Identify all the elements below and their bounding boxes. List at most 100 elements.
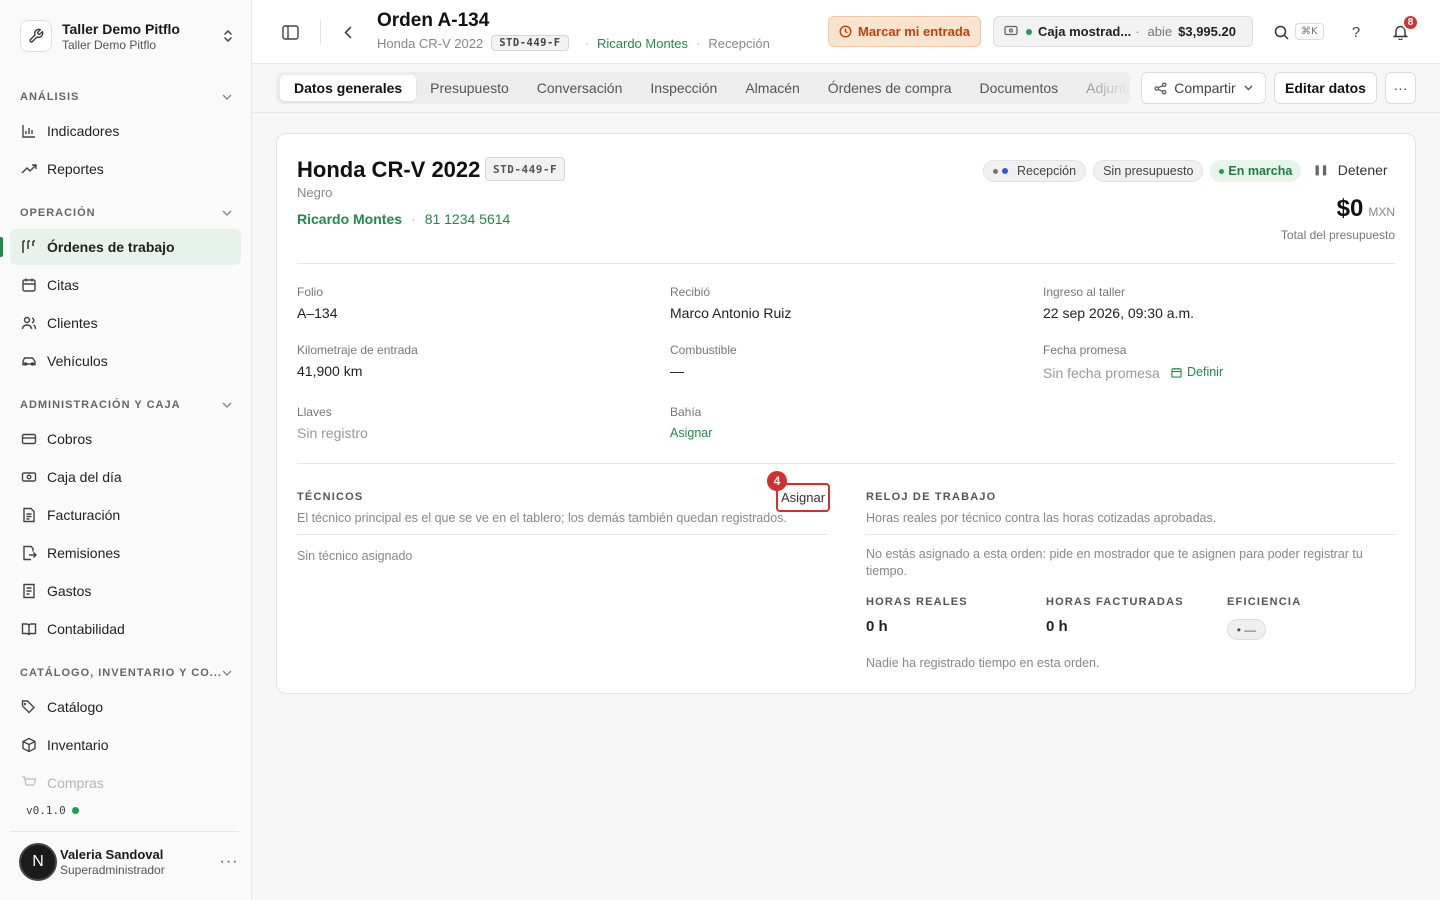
sidebar-item-vehiculos[interactable]: Vehículos [10,343,241,379]
sidebar-item-compras[interactable]: Compras [10,765,241,801]
budget-amount: $0 [1336,195,1364,222]
sidebar-item-reportes[interactable]: Reportes [10,151,241,187]
entry-value: 22 sep 2026, 09:30 a.m. [1043,305,1194,321]
chevron-down-icon [222,670,232,676]
cash-register-icon [1004,24,1018,39]
cash-status: abie [1147,24,1173,39]
tabs-overflow-fade [1090,72,1130,104]
promise-label: Fecha promesa [1043,343,1127,357]
real-hours-label: HORAS REALES [866,596,968,608]
sidebar-item-catalogo[interactable]: Catálogo [10,689,241,725]
vehicle-label: Honda CR-V 2022 [377,35,484,51]
section-catalogo-toggle[interactable]: CATÁLOGO, INVENTARIO Y CO... [20,665,232,681]
customer-link[interactable]: Ricardo Montes [597,36,688,51]
receipt-icon [20,583,37,600]
tab-conversacion[interactable]: Conversación [523,75,637,101]
sidebar-item-label: Citas [47,277,79,293]
running-badge: En marcha [1210,160,1302,182]
sidebar-item-indicadores[interactable]: Indicadores [10,113,241,149]
sidebar-item-contabilidad[interactable]: Contabilidad [10,611,241,647]
sidebar-item-gastos[interactable]: Gastos [10,573,241,609]
phone-link[interactable]: 81 1234 5614 [425,211,511,227]
share-button[interactable]: Compartir [1141,72,1266,104]
sidebar-item-caja[interactable]: Caja del día [10,459,241,495]
section-label: ANÁLISIS [20,91,80,103]
section-admin-toggle[interactable]: ADMINISTRACIÓN Y CAJA [20,397,232,413]
car-icon [20,353,37,370]
sidebar-item-ordenes[interactable]: Órdenes de trabajo [10,229,241,265]
calendar-icon [1171,367,1182,378]
bay-label: Bahía [670,405,702,419]
clock-notice: No estás asignado a esta orden: pide en … [866,547,1363,578]
km-label: Kilometraje de entrada [297,343,418,357]
tab-list: Datos generales Presupuesto Conversación… [276,72,1130,104]
sidebar-item-label: Contabilidad [47,621,125,637]
tab-presupuesto[interactable]: Presupuesto [416,75,523,101]
tab-datos-generales[interactable]: Datos generales [280,75,417,101]
sidebar-item-label: Vehículos [47,353,108,369]
calendar-icon [20,277,37,294]
keys-value: Sin registro [297,425,368,441]
stop-label: Detener [1337,162,1388,178]
more-icon[interactable]: ··· [219,853,239,871]
plate-badge: STD-449-F [485,157,566,181]
edit-data-button[interactable]: Editar datos [1274,72,1377,104]
section-label: OPERACIÓN [20,207,96,219]
tab-ordenes-compra[interactable]: Órdenes de compra [814,75,966,101]
workspace-switcher[interactable]: Taller Demo Pitflo Taller Demo Pitflo [20,17,236,55]
top-header: Orden A-134 Honda CR-V 2022 STD-449-F · … [252,0,1440,64]
tags-icon [20,699,37,716]
section-analisis-toggle[interactable]: ANÁLISIS [20,89,232,105]
tab-documentos[interactable]: Documentos [966,75,1073,101]
sidebar-item-cobros[interactable]: Cobros [10,421,241,457]
breadcrumb: Honda CR-V 2022 STD-449-F · Ricardo Mont… [377,35,770,51]
assign-bay-button[interactable]: Asignar [670,426,712,440]
file-export-icon [20,545,37,562]
search-icon[interactable] [1271,22,1291,42]
cash-icon [20,469,37,486]
section-operacion-toggle[interactable]: OPERACIÓN [20,205,232,221]
sidebar-item-label: Clientes [47,315,98,331]
cash-register-button[interactable]: Caja mostrad... · abie $3,995.20 [993,16,1253,47]
status-pills: Recepción Sin presupuesto En marcha [983,160,1308,182]
running-badge-label: En marcha [1228,164,1293,178]
chevrons-up-down-icon [220,28,236,44]
user-menu[interactable]: N Valeria Sandoval Superadministrador ··… [19,843,239,881]
sidebar-item-label: Compras [47,775,104,791]
more-actions-button[interactable]: ··· [1385,72,1416,104]
sidebar-toggle-icon[interactable] [280,22,300,42]
sidebar-item-remisiones[interactable]: Remisiones [10,535,241,571]
owner-link[interactable]: Ricardo Montes [297,211,402,227]
back-chevron-icon[interactable] [338,22,358,42]
real-hours-value: 0 h [866,618,888,635]
clock-footer: Nadie ha registrado tiempo en esta orden… [866,656,1100,670]
chevron-down-icon [222,94,232,100]
sidebar-item-label: Reportes [47,161,104,177]
entry-label: Ingreso al taller [1043,285,1126,299]
sidebar: Taller Demo Pitflo Taller Demo Pitflo AN… [0,0,252,900]
status-dot [1219,168,1225,174]
plate-badge: STD-449-F [491,35,569,51]
divider [297,463,1395,464]
page-title: Orden A-134 [377,10,490,31]
shortcut-hint: ⌘K [1295,23,1324,40]
tab-almacen[interactable]: Almacén [731,75,813,101]
status-dot [71,807,79,814]
mark-entry-button[interactable]: Marcar mi entrada [828,16,981,47]
sidebar-item-clientes[interactable]: Clientes [10,305,241,341]
fuel-value: — [670,363,684,379]
sidebar-item-citas[interactable]: Citas [10,267,241,303]
sidebar-item-inventario[interactable]: Inventario [10,727,241,763]
status-dot [1026,28,1032,35]
sidebar-item-label: Caja del día [47,469,122,485]
tab-inspeccion[interactable]: Inspección [636,75,731,101]
section-label: CATÁLOGO, INVENTARIO Y CO... [20,667,222,679]
help-icon[interactable]: ? [1346,22,1366,42]
sidebar-item-label: Órdenes de trabajo [47,239,175,255]
workspace-subtitle: Taller Demo Pitflo [62,37,157,52]
define-promise-button[interactable]: Definir [1171,365,1223,379]
stop-button[interactable]: ❚❚ Detener [1313,162,1388,178]
received-value: Marco Antonio Ruiz [670,305,792,321]
km-value: 41,900 km [297,363,363,379]
sidebar-item-facturacion[interactable]: Facturación [10,497,241,533]
